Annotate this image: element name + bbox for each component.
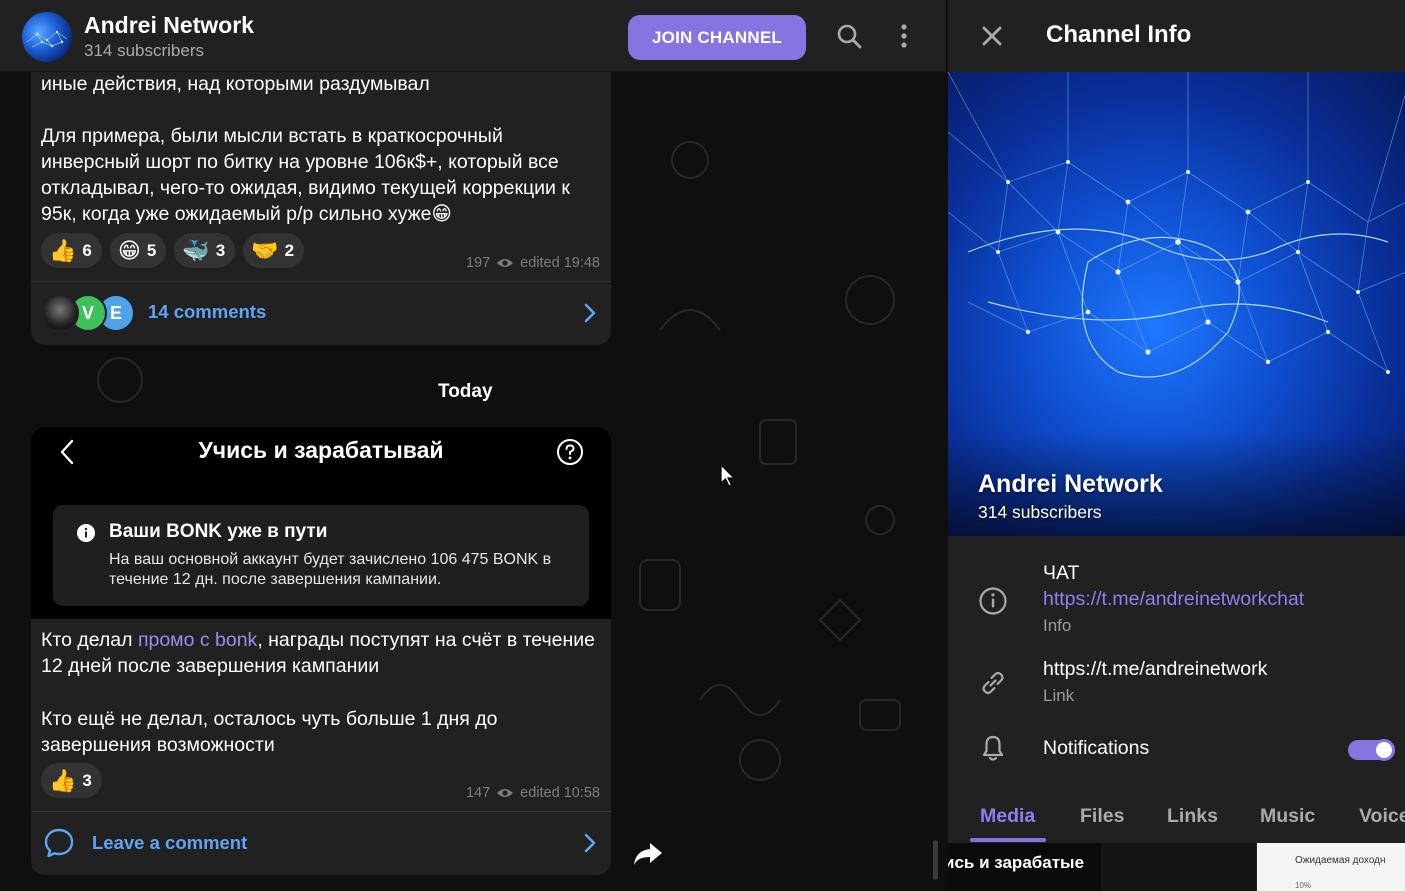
eye-icon bbox=[497, 259, 514, 267]
chevron-right-icon bbox=[584, 303, 596, 323]
reaction-count: 5 bbox=[146, 240, 157, 260]
message-bubble: Учись и зарабатывай Ваши BONK уже в пути… bbox=[31, 427, 611, 875]
reaction-emoji: 😁 bbox=[117, 237, 141, 263]
reaction-count: 2 bbox=[284, 240, 295, 260]
reaction-emoji: 👍 bbox=[49, 237, 77, 263]
panel-header: Channel Info bbox=[948, 0, 1405, 72]
leave-comment-button[interactable]: Leave a comment bbox=[31, 812, 611, 874]
comments-count-label: 14 comments bbox=[148, 301, 267, 322]
chat-link[interactable]: https://t.me/andreinetworkchat bbox=[1043, 588, 1304, 611]
reaction-chip[interactable]: 🤝 2 bbox=[243, 233, 305, 268]
tab-links[interactable]: Links bbox=[1167, 805, 1218, 828]
message-text-line: иные действия, над которыми раздумывал bbox=[41, 73, 430, 95]
help-icon bbox=[557, 439, 583, 465]
link-label: Link bbox=[1043, 686, 1075, 705]
info-icon bbox=[979, 587, 1007, 615]
embed-card-title: Ваши BONK уже в пути bbox=[109, 521, 328, 542]
message-text: Кто ещё не делал, осталось чуть больше 1… bbox=[41, 708, 498, 756]
cover-subscriber-count: 314 subscribers bbox=[978, 502, 1102, 522]
channel-avatar[interactable] bbox=[22, 12, 72, 62]
reaction-chip[interactable]: 👍 3 bbox=[41, 763, 102, 798]
promo-link[interactable]: промо с bonk bbox=[138, 629, 257, 651]
media-thumbnail[interactable] bbox=[1101, 843, 1256, 891]
reaction-count: 3 bbox=[215, 240, 226, 260]
view-count: 197 bbox=[465, 255, 491, 271]
message-bubble: иные действия, над которыми раздумывал Д… bbox=[31, 60, 611, 345]
toggle-knob bbox=[1373, 739, 1395, 761]
notifications-label: Notifications bbox=[1043, 737, 1150, 759]
edited-time: edited 19:48 bbox=[520, 255, 600, 271]
chat-scrollbar[interactable] bbox=[933, 840, 938, 880]
post-image[interactable]: Учись и зарабатывай Ваши BONK уже в пути… bbox=[31, 427, 611, 619]
reactions-row: 👍 6 😁 5 🐳 3 🤝 2 bbox=[41, 233, 305, 268]
chat-header: Andrei Network 314 subscribers JOIN CHAN… bbox=[0, 0, 946, 72]
reaction-chip[interactable]: 😁 5 bbox=[109, 233, 167, 268]
info-heading: ЧАТ bbox=[1043, 562, 1080, 584]
media-thumbnail-text: Ожидаемая доходн bbox=[1295, 855, 1386, 866]
commenter-initial: V bbox=[81, 302, 94, 323]
leave-comment-label: Leave a comment bbox=[92, 832, 248, 853]
channel-title[interactable]: Andrei Network bbox=[84, 12, 254, 39]
commenter-avatar bbox=[41, 294, 79, 332]
channel-cover-image[interactable]: Andrei Network 314 subscribers bbox=[948, 72, 1405, 536]
message-text: Для примера, были мысли встать в краткос… bbox=[41, 125, 570, 225]
date-separator: Today bbox=[438, 381, 493, 402]
media-thumbnail-text: 10% bbox=[1295, 881, 1312, 890]
link-icon bbox=[982, 671, 1004, 695]
view-count: 147 bbox=[465, 785, 491, 801]
channel-link[interactable]: https://t.me/andreinetwork bbox=[1043, 658, 1267, 681]
reaction-emoji: 🤝 bbox=[251, 237, 279, 263]
tab-media[interactable]: Media bbox=[980, 805, 1035, 828]
embed-card-body: На ваш основной аккаунт будет зачислено … bbox=[109, 551, 552, 588]
telegram-window: Andrei Network 314 subscribers JOIN CHAN… bbox=[0, 0, 1405, 891]
tab-files[interactable]: Files bbox=[1080, 805, 1124, 828]
cover-channel-name: Andrei Network bbox=[978, 470, 1163, 498]
shared-media-tabs: Media Files Links Music Voice bbox=[948, 795, 1405, 843]
comment-icon bbox=[44, 828, 74, 858]
embed-notice-card: Ваши BONK уже в пути На ваш основной акк… bbox=[53, 505, 589, 606]
media-grid: ись и зарабатые Ожидаемая доходн 10% bbox=[948, 843, 1405, 891]
message-meta: 197 edited 19:48 bbox=[466, 255, 600, 271]
channel-info-panel: Channel Info Andrei Network 314 subscrib… bbox=[947, 0, 1405, 891]
edited-time: edited 10:58 bbox=[520, 785, 600, 801]
more-vertical-icon[interactable] bbox=[890, 22, 918, 50]
reaction-count: 3 bbox=[82, 770, 92, 790]
bell-icon bbox=[982, 735, 1004, 761]
media-thumbnail[interactable]: ись и зарабатые bbox=[948, 843, 1101, 891]
message-text-part: Кто делал bbox=[41, 629, 138, 651]
chevron-right-icon bbox=[584, 833, 596, 853]
tab-music[interactable]: Music bbox=[1260, 805, 1315, 828]
media-thumbnail[interactable]: Ожидаемая доходн 10% bbox=[1257, 843, 1405, 891]
mouse-cursor-icon bbox=[720, 464, 736, 487]
search-icon[interactable] bbox=[835, 22, 863, 50]
chat-column: Andrei Network 314 subscribers JOIN CHAN… bbox=[0, 0, 946, 891]
reaction-chip[interactable]: 👍 6 bbox=[41, 233, 102, 268]
reaction-count: 6 bbox=[82, 240, 92, 260]
reaction-chip[interactable]: 🐳 3 bbox=[174, 233, 236, 268]
message-meta: 147 edited 10:58 bbox=[466, 785, 600, 801]
commenter-initial: E bbox=[109, 302, 122, 323]
info-label: Info bbox=[1043, 616, 1072, 635]
join-channel-button[interactable]: JOIN CHANNEL bbox=[628, 15, 806, 60]
tab-voice[interactable]: Voice bbox=[1359, 805, 1405, 828]
info-icon bbox=[77, 524, 95, 542]
media-thumbnail-text: ись и зарабатые bbox=[948, 853, 1085, 872]
panel-title: Channel Info bbox=[1046, 21, 1192, 48]
reactions-row: 👍 3 bbox=[41, 763, 102, 798]
share-icon[interactable] bbox=[630, 835, 666, 871]
reaction-emoji: 👍 bbox=[49, 767, 77, 793]
notifications-toggle[interactable] bbox=[1348, 739, 1395, 761]
subscriber-count: 314 subscribers bbox=[84, 41, 205, 60]
reaction-emoji: 🐳 bbox=[182, 237, 210, 263]
embed-title: Учись и зарабатывай bbox=[198, 437, 444, 463]
message-text: Кто делал промо с bonk, награды поступят… bbox=[41, 627, 606, 679]
eye-icon bbox=[497, 789, 514, 797]
close-icon[interactable] bbox=[980, 24, 1004, 48]
active-tab-indicator bbox=[970, 838, 1046, 842]
comments-button[interactable]: V E 14 comments bbox=[31, 282, 611, 344]
